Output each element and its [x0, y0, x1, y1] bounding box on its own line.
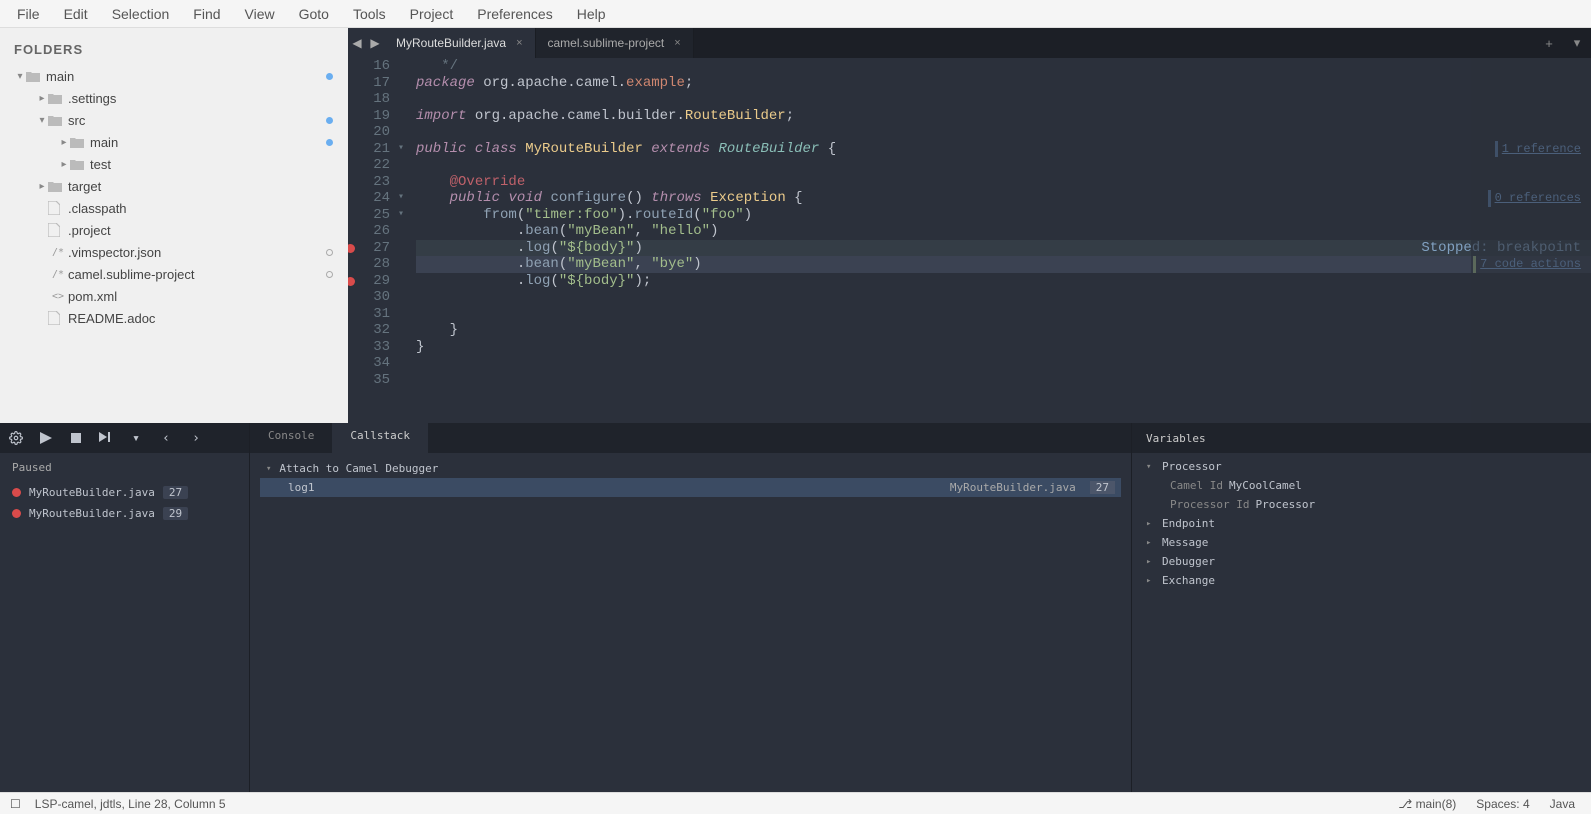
folder-icon: [48, 93, 68, 104]
tree-item[interactable]: ▾main: [0, 65, 348, 87]
status-branch[interactable]: ⎇ main(8): [1392, 797, 1462, 811]
debug-sidebar: ▾ ‹ › Paused MyRouteBuilder.java27MyRout…: [0, 423, 250, 792]
menu-tools[interactable]: Tools: [341, 2, 398, 26]
menu-edit[interactable]: Edit: [52, 2, 100, 26]
variables-header: Variables: [1132, 423, 1591, 453]
folder-icon: [70, 137, 90, 148]
modified-indicator-icon: [326, 271, 333, 278]
menu-preferences[interactable]: Preferences: [465, 2, 564, 26]
tab-nav-forward[interactable]: ▶: [366, 28, 384, 58]
tree-item[interactable]: ▾src: [0, 109, 348, 131]
menu-find[interactable]: Find: [181, 2, 232, 26]
tab-bar: ◀ ▶ MyRouteBuilder.java×camel.sublime-pr…: [348, 28, 1591, 58]
var-group[interactable]: ▸Endpoint: [1132, 514, 1591, 533]
status-left: LSP-camel, jdtls, Line 28, Column 5: [29, 797, 232, 811]
tree-item[interactable]: .classpath: [0, 197, 348, 219]
status-language[interactable]: Java: [1544, 797, 1581, 811]
tab-nav-back[interactable]: ◀: [348, 28, 366, 58]
folder-icon: [70, 159, 90, 170]
close-icon[interactable]: ×: [516, 37, 522, 49]
status-spaces[interactable]: Spaces: 4: [1470, 797, 1535, 811]
file-icon: [48, 223, 68, 237]
folder-icon: [48, 181, 68, 192]
editor: ◀ ▶ MyRouteBuilder.java×camel.sublime-pr…: [348, 28, 1591, 423]
tab[interactable]: camel.sublime-project×: [536, 28, 694, 58]
var-group[interactable]: ▾Processor: [1132, 457, 1591, 476]
menu-help[interactable]: Help: [565, 2, 618, 26]
modified-indicator-icon: [326, 73, 333, 80]
var-item[interactable]: Processor Id Processor: [1132, 495, 1591, 514]
tree-item[interactable]: ▸target: [0, 175, 348, 197]
var-item[interactable]: Camel Id MyCoolCamel: [1132, 476, 1591, 495]
menu-view[interactable]: View: [233, 2, 287, 26]
stack-frame[interactable]: log1MyRouteBuilder.java27: [260, 478, 1121, 497]
menu-goto[interactable]: Goto: [287, 2, 341, 26]
status-bar: ☐ LSP-camel, jdtls, Line 28, Column 5 ⎇ …: [0, 792, 1591, 814]
folder-icon: [26, 71, 46, 82]
menu-file[interactable]: File: [5, 2, 52, 26]
folder-icon: [48, 115, 68, 126]
var-group[interactable]: ▸Message: [1132, 533, 1591, 552]
tree-item[interactable]: <>pom.xml: [0, 285, 348, 307]
sidebar: FOLDERS ▾main▸.settings▾src▸main▸test▸ta…: [0, 28, 348, 423]
debug-step-into-icon[interactable]: ▾: [126, 428, 146, 448]
callstack-session[interactable]: ▾ Attach to Camel Debugger: [260, 459, 1121, 478]
tree-item[interactable]: ▸test: [0, 153, 348, 175]
json-icon: /*: [48, 247, 68, 258]
var-group[interactable]: ▸Debugger: [1132, 552, 1591, 571]
breakpoint-icon: [12, 509, 21, 518]
folders-heading: FOLDERS: [0, 38, 348, 65]
tree-item[interactable]: ▸main: [0, 131, 348, 153]
tree-item[interactable]: README.adoc: [0, 307, 348, 329]
file-icon: [48, 201, 68, 215]
code-area[interactable]: */package org.apache.camel.example;impor…: [398, 58, 1591, 423]
tree-item[interactable]: .project: [0, 219, 348, 241]
debug-step-over-icon[interactable]: [96, 428, 116, 448]
panel-tab-callstack[interactable]: Callstack: [332, 423, 428, 453]
debug-step-out-icon[interactable]: ‹: [156, 428, 176, 448]
debug-step-next-icon[interactable]: ›: [186, 428, 206, 448]
git-branch-icon: ⎇: [1398, 797, 1412, 811]
gutter[interactable]: 161718192021▾222324▾25▾26272829303132333…: [348, 58, 398, 423]
modified-indicator-icon: [326, 117, 333, 124]
xml-icon: <>: [48, 291, 68, 302]
callstack-panel: ConsoleCallstack ▾ Attach to Camel Debug…: [250, 423, 1131, 792]
debug-stop-icon[interactable]: [66, 428, 86, 448]
file-icon: [48, 311, 68, 325]
callstack-title: Attach to Camel Debugger: [279, 462, 438, 475]
close-icon[interactable]: ×: [674, 37, 680, 49]
tree-item[interactable]: ▸.settings: [0, 87, 348, 109]
tab[interactable]: MyRouteBuilder.java×: [384, 28, 536, 58]
debug-continue-icon[interactable]: [36, 428, 56, 448]
tab-dropdown[interactable]: ▾: [1563, 28, 1591, 58]
tab-new[interactable]: +: [1535, 28, 1563, 58]
breakpoint-icon[interactable]: [348, 244, 355, 253]
breakpoint-icon: [12, 488, 21, 497]
breakpoint-icon[interactable]: [348, 277, 355, 286]
modified-indicator-icon: [326, 249, 333, 256]
menu-bar: FileEditSelectionFindViewGotoToolsProjec…: [0, 0, 1591, 28]
breakpoint-entry[interactable]: MyRouteBuilder.java27: [0, 482, 249, 503]
modified-indicator-icon: [326, 139, 333, 146]
debug-settings-icon[interactable]: [6, 428, 26, 448]
tree-item[interactable]: /*camel.sublime-project: [0, 263, 348, 285]
menu-project[interactable]: Project: [398, 2, 466, 26]
var-group[interactable]: ▸Exchange: [1132, 571, 1591, 590]
menu-selection[interactable]: Selection: [100, 2, 182, 26]
debug-status: Paused: [0, 453, 249, 482]
status-checkbox-icon[interactable]: ☐: [10, 797, 21, 811]
debug-toolbar: ▾ ‹ ›: [0, 423, 249, 453]
breakpoint-entry[interactable]: MyRouteBuilder.java29: [0, 503, 249, 524]
tree-item[interactable]: /*.vimspector.json: [0, 241, 348, 263]
panel-tab-console[interactable]: Console: [250, 423, 332, 453]
variables-panel: Variables ▾ProcessorCamel Id MyCoolCamel…: [1131, 423, 1591, 792]
minimap[interactable]: [1471, 58, 1591, 423]
json-icon: /*: [48, 269, 68, 280]
